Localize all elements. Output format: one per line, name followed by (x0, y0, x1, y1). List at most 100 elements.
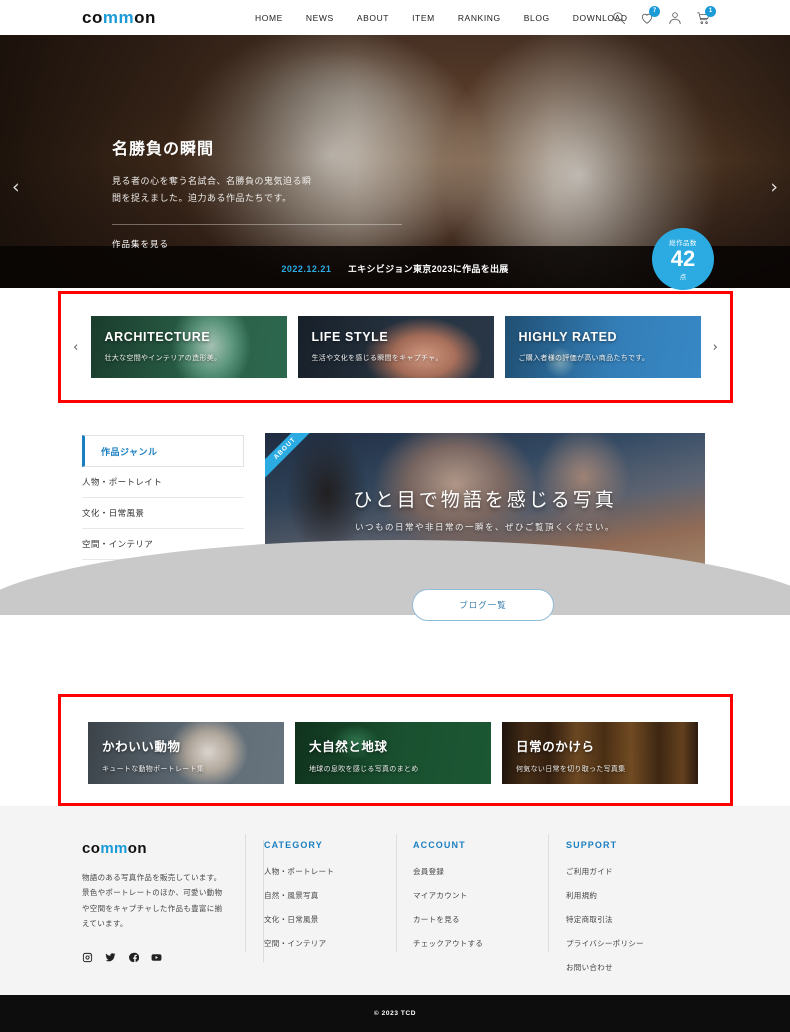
collection-card-nature[interactable]: 大自然と地球 地球の息吹を感じる写真のまとめ (295, 722, 491, 784)
footer-link-register[interactable]: 会員登録 (413, 866, 553, 877)
category-card-text: HIGHLY RATED ご購入者様の評価が高い商品たちです。 (519, 330, 650, 363)
footer-description-line-3: や空間をキャプチャした作品も豊富に揃 (82, 903, 223, 913)
footer-logo[interactable]: common (82, 840, 232, 857)
footer-divider-1 (245, 834, 246, 952)
footer-link-view-cart[interactable]: カートを見る (413, 914, 553, 925)
footer-description-line-2: 景色やポートレートのほか、可愛い動物 (82, 888, 223, 898)
hero-description-line-2: 間を捉えました。迫力ある作品たちです。 (112, 192, 292, 203)
total-works-value: 42 (670, 246, 696, 272)
category-next-arrow-icon[interactable]: › (701, 340, 731, 355)
footer-link-interior[interactable]: 空間・インテリア (264, 938, 393, 949)
footer-link-terms[interactable]: 利用規約 (566, 890, 716, 901)
collection-card-subtitle: キュートな動物ポートレート集 (102, 766, 205, 773)
footer-link-commercial-law[interactable]: 特定商取引法 (566, 914, 716, 925)
footer-account-heading: ACCOUNT (413, 840, 466, 850)
footer-logo-part-3: on (127, 840, 147, 857)
category-card-list: ARCHITECTURE 壮大な空間やインテリアの造形美。 LIFE STYLE… (90, 316, 701, 378)
footer-description-line-1: 物語のある写真作品を販売しています。 (82, 873, 222, 882)
hero-title: 名勝負の瞬間 (112, 141, 215, 158)
about-title: ひと目で物語を感じる写真 (353, 490, 617, 511)
footer-logo-part-1: co (82, 840, 101, 857)
category-card-text: ARCHITECTURE 壮大な空間やインテリアの造形美。 (105, 330, 222, 363)
footer-link-portrait[interactable]: 人物・ポートレート (264, 866, 393, 877)
logo-part-3: on (134, 7, 156, 27)
footer-link-my-account[interactable]: マイアカウント (413, 890, 553, 901)
category-card-subtitle: 壮大な空間やインテリアの造形美。 (104, 355, 222, 362)
about-subtitle: いつもの日常や非日常の一瞬を、ぜひご覧頂くください。 (354, 522, 615, 532)
collection-card-text: 日常のかけら 何気ない日常を切り取った写真集 (516, 736, 626, 774)
footer-category-column: CATEGORY 人物・ポートレート 自然・風景写真 文化・日常風景 空間・イン… (263, 840, 393, 962)
category-card-subtitle: ご購入者様の評価が高い商品たちです。 (518, 355, 650, 362)
category-carousel-highlight: ‹ ARCHITECTURE 壮大な空間やインテリアの造形美。 LIFE STY… (58, 291, 733, 403)
about-ribbon: ABOUT (265, 433, 321, 489)
footer-category-heading: CATEGORY (264, 840, 323, 850)
footer-description: 物語のある写真作品を販売しています。 景色やポートレートのほか、可愛い動物 や空… (82, 870, 232, 932)
user-icon[interactable] (668, 11, 682, 25)
page-root: common HOME NEWS ABOUT ITEM RANKING BLOG… (0, 0, 790, 1032)
news-ticker-date: 2022.12.21 (281, 264, 332, 274)
footer-link-nature[interactable]: 自然・風景写真 (264, 890, 393, 901)
twitter-icon[interactable] (105, 950, 116, 968)
footer-link-checkout[interactable]: チェックアウトする (413, 938, 553, 949)
site-logo[interactable]: common (82, 8, 156, 28)
heart-icon[interactable]: 7 (640, 5, 660, 25)
news-ticker-text: エキシビジョン東京2023に作品を出展 (347, 264, 509, 274)
nav-item-blog[interactable]: BLOG (524, 13, 550, 23)
category-card-life-style[interactable]: LIFE STYLE 生活や文化を感じる瞬間をキャプチャ。 (297, 316, 494, 378)
footer-description-line-4: えています。 (82, 919, 128, 929)
footer-link-contact[interactable]: お問い合わせ (566, 962, 716, 973)
facebook-icon[interactable] (128, 950, 140, 968)
header-icon-group: 7 1 (612, 5, 716, 25)
copyright-bar: © 2023 TCD (0, 995, 790, 1032)
search-icon[interactable] (612, 11, 626, 25)
nav-item-about[interactable]: ABOUT (357, 13, 389, 23)
wave-fill (0, 615, 790, 629)
category-card-title: LIFE STYLE (311, 330, 389, 344)
logo-part-1: co (82, 7, 103, 27)
wishlist-badge: 7 (649, 5, 660, 17)
collection-card-animals[interactable]: かわいい動物 キュートな動物ポートレート集 (88, 722, 284, 784)
hero-description-line-1: 見る者の心を奪う名試合、名勝負の鬼気迫る瞬 (112, 176, 312, 186)
category-card-architecture[interactable]: ARCHITECTURE 壮大な空間やインテリアの造形美。 (90, 316, 287, 378)
collection-card-title: 大自然と地球 (309, 740, 388, 754)
genre-list: 作品ジャンル 人物・ポートレイト 文化・日常風景 空間・インテリア (82, 435, 244, 560)
footer-support-column: SUPPORT ご利用ガイド 利用規約 特定商取引法 プライバシーポリシー お問… (566, 840, 716, 986)
hero-description: 見る者の心を奪う名試合、名勝負の鬼気迫る瞬 間を捉えました。迫力ある作品たちです… (112, 173, 402, 206)
collection-card-title: かわいい動物 (102, 740, 181, 754)
hero-prev-arrow-icon[interactable]: ‹ (12, 178, 20, 197)
nav-item-ranking[interactable]: RANKING (458, 13, 501, 23)
collection-card-subtitle: 何気ない日常を切り取った写真集 (516, 766, 626, 773)
collection-card-list: かわいい動物 キュートな動物ポートレート集 大自然と地球 地球の息吹を感じる写真… (88, 722, 698, 784)
instagram-icon[interactable] (82, 950, 93, 968)
footer-account-column: ACCOUNT 会員登録 マイアカウント カートを見る チェックアウトする (413, 840, 553, 962)
collection-cards-highlight: かわいい動物 キュートな動物ポートレート集 大自然と地球 地球の息吹を感じる写真… (58, 694, 733, 806)
category-prev-arrow-icon[interactable]: ‹ (61, 340, 91, 355)
footer-link-culture[interactable]: 文化・日常風景 (264, 914, 393, 925)
total-works-badge: 総作品数 42 点 (652, 228, 714, 290)
collection-card-text: 大自然と地球 地球の息吹を感じる写真のまとめ (309, 736, 419, 774)
nav-item-item[interactable]: ITEM (412, 13, 435, 23)
hero-cta-button[interactable]: 作品集を見る (112, 238, 402, 250)
footer-brand-column: common 物語のある写真作品を販売しています。 景色やポートレートのほか、可… (82, 840, 232, 968)
total-works-unit: 点 (679, 273, 687, 281)
blog-list-button[interactable]: ブログ一覧 (412, 589, 554, 621)
site-footer: common 物語のある写真作品を販売しています。 景色やポートレートのほか、可… (0, 806, 790, 995)
hero-next-arrow-icon[interactable]: › (770, 178, 778, 197)
logo-part-2: mm (102, 7, 135, 27)
youtube-icon[interactable] (151, 950, 162, 968)
genre-item-culture[interactable]: 文化・日常風景 (82, 498, 244, 529)
footer-divider-2 (396, 834, 397, 952)
category-card-highly-rated[interactable]: HIGHLY RATED ご購入者様の評価が高い商品たちです。 (504, 316, 701, 378)
footer-logo-part-2: mm (100, 840, 128, 857)
footer-link-privacy[interactable]: プライバシーポリシー (566, 938, 716, 949)
collection-card-daily[interactable]: 日常のかけら 何気ない日常を切り取った写真集 (502, 722, 698, 784)
main-navigation: HOME NEWS ABOUT ITEM RANKING BLOG DOWNLO… (255, 13, 628, 23)
genre-item-portrait[interactable]: 人物・ポートレイト (82, 467, 244, 498)
collection-card-subtitle: 地球の息吹を感じる写真のまとめ (309, 766, 419, 773)
nav-item-home[interactable]: HOME (255, 13, 283, 23)
cart-icon[interactable]: 1 (696, 5, 716, 25)
hero-copy: 名勝負の瞬間 見る者の心を奪う名試合、名勝負の鬼気迫る瞬 間を捉えました。迫力あ… (112, 135, 402, 250)
footer-support-heading: SUPPORT (566, 840, 618, 850)
nav-item-news[interactable]: NEWS (306, 13, 334, 23)
footer-link-guide[interactable]: ご利用ガイド (566, 866, 716, 877)
